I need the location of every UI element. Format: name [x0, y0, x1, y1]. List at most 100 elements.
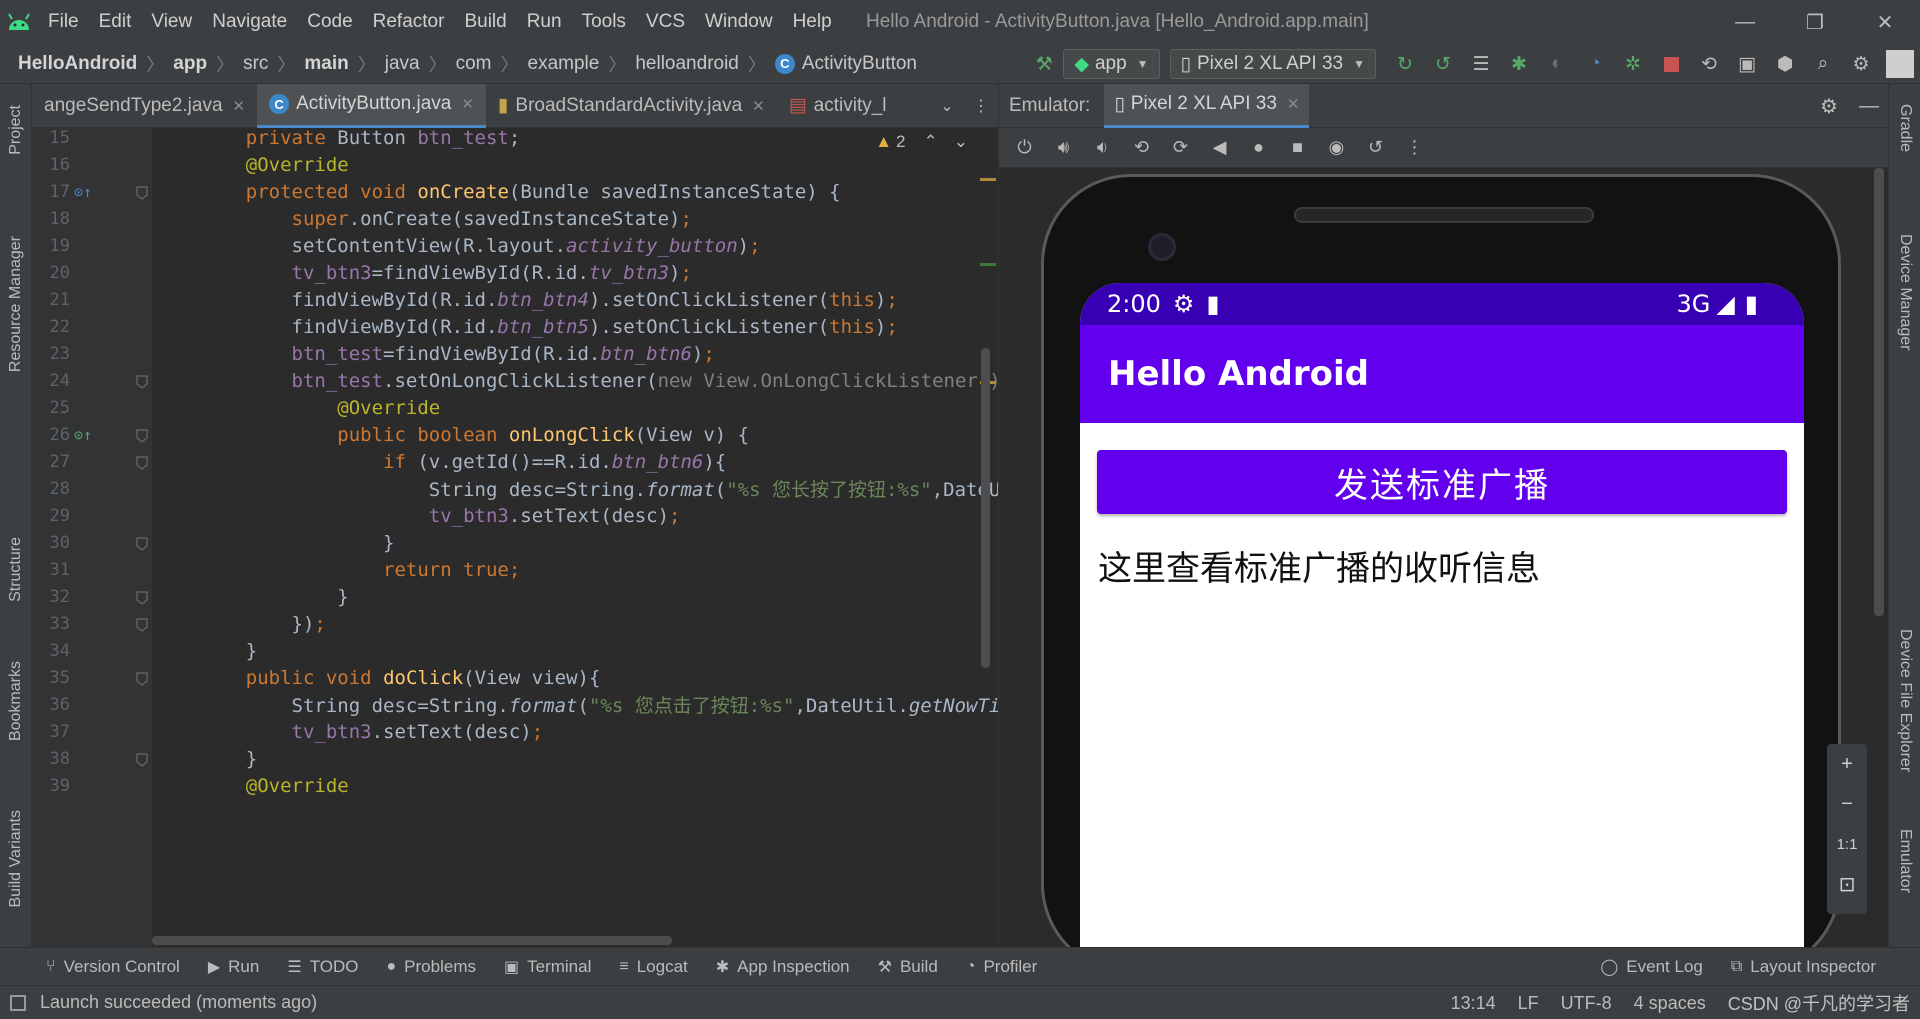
- volume-down-icon[interactable]: 🔉︎: [1083, 128, 1122, 168]
- device-select[interactable]: ▯ Pixel 2 XL API 33 ▼: [1169, 49, 1376, 79]
- zoom-out-button[interactable]: −: [1827, 784, 1867, 824]
- fold-icon[interactable]: [135, 184, 151, 200]
- fold-icon[interactable]: [135, 535, 151, 551]
- more-vertical-icon[interactable]: ⋮: [964, 84, 998, 128]
- menu-view[interactable]: View: [141, 0, 202, 44]
- tool-logcat[interactable]: ≡ Logcat: [605, 948, 701, 986]
- tool-terminal[interactable]: ▣ Terminal: [490, 948, 605, 986]
- hammer-build-icon[interactable]: ⚒: [1025, 44, 1063, 84]
- line-separator[interactable]: LF: [1518, 993, 1539, 1014]
- stop-icon[interactable]: [1652, 44, 1690, 84]
- tab-activity-layout[interactable]: ▤ activity_l: [777, 84, 899, 128]
- breadcrumb-item[interactable]: com: [456, 53, 492, 75]
- emulator-vertical-scrollbar[interactable]: [1874, 168, 1884, 616]
- tool-window-emulator[interactable]: Emulator: [1889, 829, 1920, 939]
- rotate-right-icon[interactable]: ⟳: [1161, 128, 1200, 168]
- menu-refactor[interactable]: Refactor: [363, 0, 455, 44]
- tool-window-project[interactable]: Project: [0, 90, 32, 170]
- fold-icon[interactable]: [135, 373, 151, 389]
- tab-emulator-device[interactable]: ▯ Pixel 2 XL API 33 ✕: [1104, 83, 1310, 128]
- tool-window-gradle[interactable]: Gradle: [1889, 104, 1920, 214]
- tool-window-device-manager[interactable]: Device Manager: [1889, 234, 1920, 444]
- rerun-icon[interactable]: ↻: [1386, 44, 1424, 84]
- menu-code[interactable]: Code: [297, 0, 362, 44]
- tool-app-inspection[interactable]: ✱ App Inspection: [702, 948, 864, 986]
- fold-icon[interactable]: [135, 751, 151, 767]
- gear-icon[interactable]: ⚙: [1842, 44, 1880, 84]
- tool-profiler[interactable]: ◔ Profiler: [952, 948, 1052, 986]
- rotate-left-icon[interactable]: ⟲: [1122, 128, 1161, 168]
- back-icon[interactable]: ◀: [1200, 128, 1239, 168]
- inspection-widget[interactable]: ▲ 2 ⌃ ⌄: [875, 132, 968, 152]
- attach-debugger-icon[interactable]: ✲: [1614, 44, 1652, 84]
- tool-run[interactable]: ▶ Run: [194, 948, 274, 986]
- close-icon[interactable]: ✕: [1287, 95, 1300, 113]
- send-standard-broadcast-button[interactable]: 发送标准广播: [1097, 450, 1787, 514]
- tool-window-resource-manager[interactable]: Resource Manager: [0, 184, 32, 424]
- home-icon[interactable]: ●: [1239, 128, 1278, 168]
- hide-panel-icon[interactable]: —: [1849, 95, 1889, 118]
- avatar-icon[interactable]: [1886, 50, 1914, 78]
- close-icon[interactable]: ✕: [233, 97, 246, 115]
- tool-event-log[interactable]: ◯ Event Log: [1586, 948, 1716, 986]
- code-line[interactable]: 39 @Override: [32, 769, 998, 802]
- zoom-fit-button[interactable]: ⊡: [1827, 864, 1867, 904]
- menu-help[interactable]: Help: [783, 0, 842, 44]
- override-marker-icon[interactable]: ⊙↑: [72, 426, 94, 444]
- caret-position[interactable]: 13:14: [1451, 993, 1496, 1014]
- tool-window-bookmarks[interactable]: Bookmarks: [0, 644, 32, 759]
- menu-window[interactable]: Window: [695, 0, 783, 44]
- square-icon[interactable]: [10, 994, 26, 1011]
- profile-icon[interactable]: ◔: [1576, 44, 1614, 84]
- menu-navigate[interactable]: Navigate: [202, 0, 297, 44]
- zoom-in-button[interactable]: +: [1827, 744, 1867, 784]
- overview-icon[interactable]: ■: [1278, 128, 1317, 168]
- breadcrumb-item[interactable]: C ActivityButton: [774, 53, 917, 75]
- tool-problems[interactable]: ● Problems: [373, 948, 490, 986]
- tab-activity-button[interactable]: C ActivityButton.java ✕: [257, 83, 486, 128]
- tool-version-control[interactable]: ⑂ Version Control: [0, 948, 194, 986]
- coverage-icon[interactable]: ◐: [1538, 44, 1576, 84]
- breadcrumb-item[interactable]: example: [528, 53, 600, 75]
- fold-icon[interactable]: [135, 427, 151, 443]
- tool-window-build-variants[interactable]: Build Variants: [0, 784, 32, 934]
- camera-icon[interactable]: ◉: [1317, 128, 1356, 168]
- menu-build[interactable]: Build: [454, 0, 516, 44]
- run-configuration-select[interactable]: ◆ app ▼: [1063, 49, 1160, 79]
- snapshot-icon[interactable]: ↺: [1356, 128, 1395, 168]
- code-editor[interactable]: 15 private Button btn_test; 16 @Override 1…: [32, 128, 998, 947]
- breadcrumb-item[interactable]: app: [173, 53, 207, 75]
- change-marker[interactable]: [980, 263, 996, 266]
- search-icon[interactable]: ⌕: [1804, 44, 1842, 84]
- warning-marker[interactable]: [980, 178, 996, 181]
- restore-button[interactable]: ❐: [1780, 0, 1850, 44]
- tool-window-structure[interactable]: Structure: [0, 514, 32, 624]
- tab-broad-standard-activity[interactable]: ▮ BroadStandardActivity.java ✕: [486, 84, 777, 128]
- apply-code-changes-icon[interactable]: ☰: [1462, 44, 1500, 84]
- power-icon[interactable]: ⏻: [1005, 128, 1044, 168]
- chevron-down-icon[interactable]: ⌄: [954, 132, 968, 152]
- breadcrumb-item[interactable]: src: [243, 53, 268, 75]
- chevron-up-icon[interactable]: ⌃: [924, 132, 938, 152]
- override-marker-icon[interactable]: ⊙↑: [72, 183, 94, 201]
- fold-icon[interactable]: [135, 589, 151, 605]
- editor-vertical-scrollbar[interactable]: [981, 348, 990, 668]
- menu-edit[interactable]: Edit: [89, 0, 142, 44]
- tool-todo[interactable]: ☰ TODO: [273, 948, 372, 986]
- tool-build[interactable]: ⚒ Build: [864, 948, 952, 986]
- fold-icon[interactable]: [135, 454, 151, 470]
- device-manager-icon[interactable]: ▣: [1728, 44, 1766, 84]
- menu-run[interactable]: Run: [517, 0, 572, 44]
- indent-setting[interactable]: 4 spaces: [1634, 993, 1706, 1014]
- breadcrumb-item[interactable]: helloandroid: [635, 53, 739, 75]
- minimize-button[interactable]: —: [1710, 0, 1780, 44]
- breadcrumb-item[interactable]: java: [385, 53, 420, 75]
- tool-layout-inspector[interactable]: ⧉ Layout Inspector: [1717, 948, 1890, 986]
- fold-icon[interactable]: [135, 616, 151, 632]
- phone-screen[interactable]: 2:00 ⚙ ▮ 3G ◢ ▮ Hello Android 发送标准广播 这里查…: [1080, 283, 1804, 983]
- tab-change-send-type[interactable]: angeSendType2.java ✕: [32, 84, 257, 128]
- zoom-actual-button[interactable]: 1:1: [1827, 824, 1867, 864]
- more-vertical-icon[interactable]: ⋮: [1395, 128, 1434, 168]
- editor-horizontal-scrollbar[interactable]: [152, 936, 672, 945]
- close-button[interactable]: ✕: [1850, 0, 1920, 44]
